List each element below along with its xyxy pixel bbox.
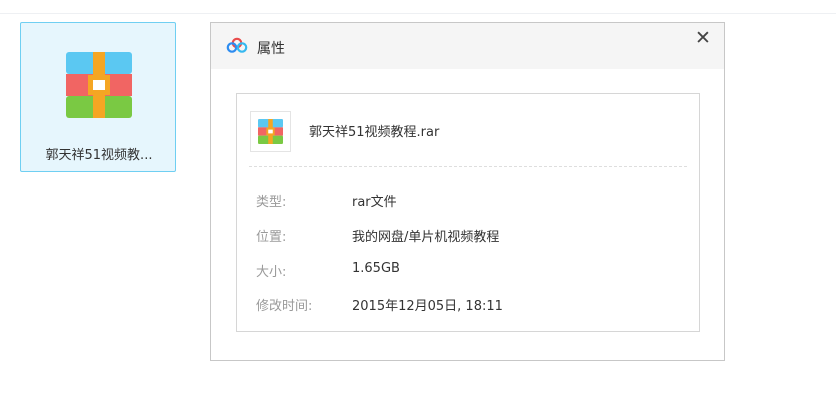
file-name: 郭天祥51视频教程.rar xyxy=(309,125,440,140)
rar-archive-icon xyxy=(258,119,283,144)
properties-panel: 郭天祥51视频教程.rar 类型: rar文件 位置: 我的网盘/单片机视频教程… xyxy=(236,93,700,332)
property-key: 修改时间: xyxy=(256,299,313,314)
dialog-title: 属性 xyxy=(257,41,285,57)
property-value: 2015年12月05日, 18:11 xyxy=(352,299,503,314)
file-tile-selected[interactable]: 郭天祥51视频教... xyxy=(20,22,176,172)
property-key: 位置: xyxy=(256,230,287,245)
dialog-titlebar[interactable]: 属性 ✕ xyxy=(211,23,724,69)
baidu-cloud-icon xyxy=(226,37,248,53)
file-icon-frame xyxy=(250,111,291,152)
property-value: 我的网盘/单片机视频教程 xyxy=(352,230,500,245)
close-icon: ✕ xyxy=(695,27,711,49)
panel-divider xyxy=(249,166,687,167)
properties-dialog: 属性 ✕ 郭天祥51视频教程.rar 类型: rar文件 位置: 我的网盘/单片… xyxy=(210,22,725,361)
file-tile-label: 郭天祥51视频教... xyxy=(45,148,153,163)
property-key: 类型: xyxy=(256,195,287,210)
property-value: rar文件 xyxy=(352,195,397,210)
property-value: 1.65GB xyxy=(352,261,400,276)
rar-archive-icon xyxy=(66,52,132,118)
top-divider xyxy=(0,13,836,14)
property-key: 大小: xyxy=(256,265,287,280)
close-button[interactable]: ✕ xyxy=(692,27,714,49)
